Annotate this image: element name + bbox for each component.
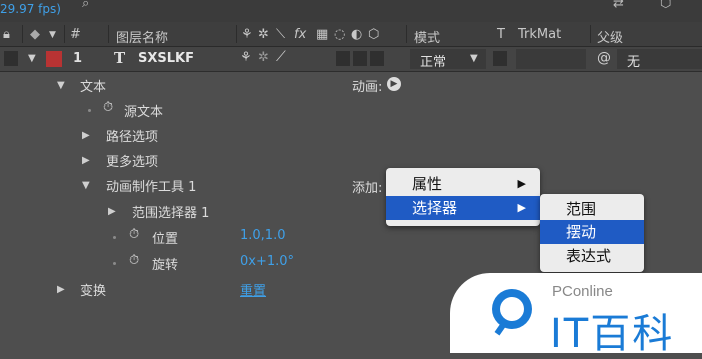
rotation-value[interactable]: 0x+1.0° <box>240 254 294 269</box>
search-icon[interactable]: ⌕ <box>82 0 89 11</box>
add-context-menu: 属性 ▶ 选择器 ▶ <box>386 168 540 226</box>
shy-switch-icon[interactable]: ⚘ <box>241 27 253 42</box>
fx-switch-icon[interactable]: fx <box>294 27 306 42</box>
more-options-label: 更多选项 <box>106 155 159 170</box>
position-label: 位置 <box>152 232 179 247</box>
preserve-transparency-box[interactable] <box>493 51 507 66</box>
label-tag-icon[interactable]: ◆ <box>30 27 40 42</box>
column-parent[interactable]: 父级 <box>597 27 623 46</box>
column-index: # <box>70 27 81 42</box>
range-selector-label: 范围选择器 1 <box>132 206 210 221</box>
expand-triangle-icon[interactable]: ▼ <box>82 180 90 191</box>
pick-whip-icon[interactable]: @ <box>597 50 611 66</box>
position-value[interactable]: 1.0,1.0 <box>240 228 285 243</box>
column-t[interactable]: T <box>497 27 505 42</box>
more-options-row[interactable]: ▶ 更多选项 <box>0 147 702 172</box>
chevron-down-icon: ▼ <box>470 53 478 64</box>
collapsed-triangle-icon[interactable]: ▶ <box>57 284 65 295</box>
submenu-item-range[interactable]: 范围 <box>540 197 644 221</box>
submenu-arrow-icon: ▶ <box>517 177 526 190</box>
add-label: 添加: <box>352 181 383 196</box>
quality-switch-icon[interactable]: ⟋ <box>276 49 286 65</box>
animator-label: 动画制作工具 1 <box>106 180 197 195</box>
motion-blur-icon[interactable]: ◌ <box>334 27 345 42</box>
column-layer-name[interactable]: 图层名称 <box>116 27 168 46</box>
parent-dropdown[interactable]: 无 <box>617 49 702 70</box>
animate-label: 动画: <box>352 80 383 95</box>
frame-blend-icon[interactable]: ▦ <box>316 27 328 42</box>
quality-switch-icon[interactable]: ⟍ <box>276 27 285 42</box>
switch-box[interactable] <box>370 51 384 66</box>
label-color-swatch[interactable] <box>46 51 62 67</box>
lock-icon[interactable]: 🔒︎ <box>3 27 10 42</box>
collapse-switch-icon[interactable]: ✲ <box>258 27 269 42</box>
stopwatch-icon[interactable]: ⏱ <box>103 100 113 115</box>
column-mode[interactable]: 模式 <box>414 27 440 46</box>
3d-layer-icon[interactable]: ⬡ <box>368 27 379 42</box>
menu-item-label: 属性 <box>412 175 443 193</box>
submenu-arrow-icon: ▶ <box>517 201 526 214</box>
lock-switch[interactable] <box>4 51 18 66</box>
reset-link[interactable]: 重置 <box>240 280 266 299</box>
watermark: PConline IT百科 <box>450 273 702 357</box>
layer-row[interactable]: ▼ 1 T SXSLKF ⚘ ✲ ⟋ 正常 ▼ @ 无 <box>0 47 702 72</box>
collapse-switch-icon[interactable]: ✲ <box>258 50 269 65</box>
collapsed-triangle-icon[interactable]: ▶ <box>82 130 90 141</box>
switch-box[interactable] <box>336 51 350 66</box>
path-options-row[interactable]: ▶ 路径选项 <box>0 122 702 147</box>
mode-value: 正常 <box>420 55 447 70</box>
source-text-row[interactable]: ⏱ 源文本 <box>0 97 702 122</box>
adjustment-layer-icon[interactable]: ◐ <box>351 27 362 42</box>
submenu-item-wiggle[interactable]: 摆动 <box>540 220 644 244</box>
shy-switch-icon[interactable]: ⚘ <box>240 50 252 65</box>
top-strip: 29.97 fps) ⌕ ⇄ ⬡ <box>0 0 702 22</box>
watermark-brand: PConline <box>552 283 613 300</box>
submenu-item-expression[interactable]: 表达式 <box>540 244 644 268</box>
switch-box[interactable] <box>353 51 367 66</box>
trkmat-field[interactable] <box>516 49 586 69</box>
rotation-label: 旋转 <box>152 258 179 273</box>
collapsed-triangle-icon[interactable]: ▶ <box>82 155 90 166</box>
layer-index: 1 <box>73 51 83 66</box>
menu-item-property[interactable]: 属性 ▶ <box>386 172 540 196</box>
mode-dropdown[interactable]: 正常 ▼ <box>410 49 486 70</box>
menu-item-selector[interactable]: 选择器 ▶ <box>386 196 540 220</box>
expand-triangle-icon[interactable]: ▼ <box>57 80 65 91</box>
source-text-label: 源文本 <box>124 105 164 120</box>
watermark-name: IT百科 <box>550 311 675 357</box>
comp-flow-icon[interactable]: ⇄ <box>613 0 624 11</box>
stopwatch-icon[interactable]: ⏱ <box>129 253 139 268</box>
selector-submenu: 范围 摆动 表达式 <box>540 194 644 272</box>
transform-label: 变换 <box>80 284 107 299</box>
text-group-label: 文本 <box>80 80 107 95</box>
parent-value: 无 <box>627 55 641 70</box>
column-header: 🔒︎ ◆ ▼ # 图层名称 ⚘ ✲ ⟍ fx ▦ ◌ ◐ ⬡ 模式 T TrkM… <box>0 22 702 47</box>
text-layer-icon: T <box>114 49 126 67</box>
chevron-down-icon[interactable]: ▼ <box>49 30 56 40</box>
pconline-logo-icon <box>492 289 532 336</box>
cube-icon[interactable]: ⬡ <box>660 0 671 11</box>
expand-triangle-icon[interactable]: ▼ <box>28 53 36 64</box>
column-trkmat[interactable]: TrkMat <box>518 27 561 42</box>
path-options-label: 路径选项 <box>106 130 159 145</box>
menu-item-label: 选择器 <box>412 199 458 217</box>
collapsed-triangle-icon[interactable]: ▶ <box>108 206 116 217</box>
stopwatch-icon[interactable]: ⏱ <box>129 227 139 242</box>
text-group-row[interactable]: ▼ 文本 动画: ▶ <box>0 72 702 97</box>
animate-menu-button[interactable]: ▶ <box>387 77 401 91</box>
fps-readout: 29.97 fps) <box>0 2 61 16</box>
layer-name[interactable]: SXSLKF <box>138 51 194 66</box>
